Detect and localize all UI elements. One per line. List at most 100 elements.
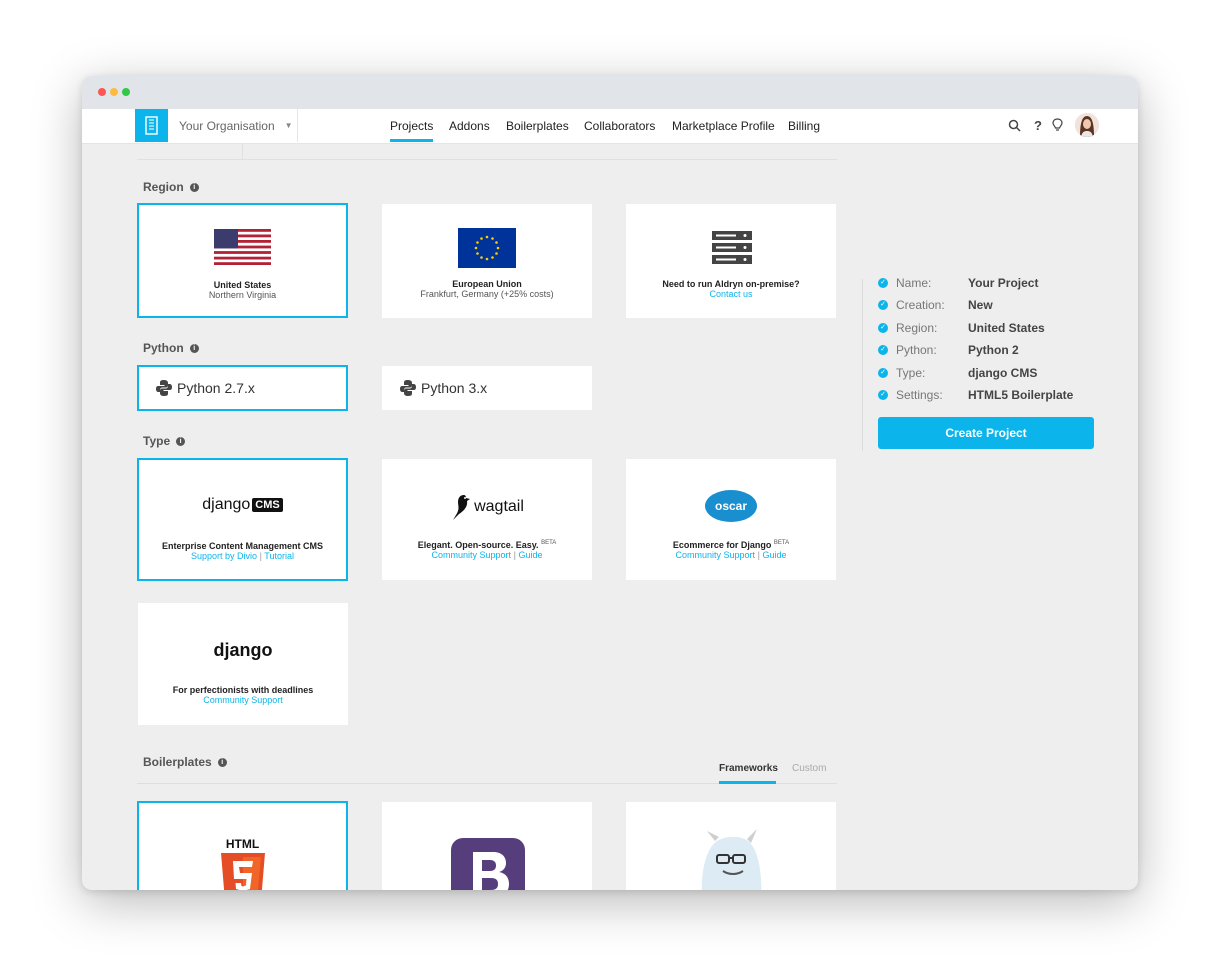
boilerplate-card-foundation[interactable] — [626, 802, 836, 890]
python-logo-icon — [400, 380, 416, 396]
python-option-label: Python 2.7.x — [177, 380, 255, 396]
summary-row-name: ✓ Name: Your Project — [878, 275, 1038, 291]
region-eu-text: European Union Frankfurt, Germany (+25% … — [383, 279, 591, 299]
community-support-link[interactable]: Community Support — [139, 695, 347, 705]
link-separator: | — [513, 550, 516, 560]
summary-label: Python: — [896, 343, 937, 357]
html5-logo-label: HTML — [225, 837, 260, 851]
type-heading: Type i — [143, 434, 186, 448]
region-title: Region — [143, 180, 184, 194]
summary-value: New — [968, 298, 993, 312]
close-window-button[interactable] — [98, 88, 106, 96]
django-cms-text: Enterprise Content Management CMS Suppor… — [139, 541, 346, 561]
card-title: Ecommerce for Django — [672, 540, 772, 550]
python-logo-icon — [156, 380, 172, 396]
summary-row-python: ✓ Python: Python 2 — [878, 342, 1019, 358]
browser-window: Your Organisation ▼ Projects Addons Boil… — [82, 76, 1138, 890]
info-icon[interactable]: i — [189, 343, 199, 353]
region-on-premise-text: Need to run Aldryn on-premise? Contact u… — [627, 279, 835, 299]
contact-us-link[interactable]: Contact us — [627, 289, 835, 299]
django-cms-logo-right: CMS — [252, 498, 283, 512]
django-logo: django — [213, 640, 273, 660]
server-rack-icon — [712, 231, 752, 264]
tab-frameworks[interactable]: Frameworks — [719, 763, 778, 774]
boilerplate-card-bootstrap[interactable] — [382, 802, 592, 890]
organisation-selector[interactable]: Your Organisation ▼ — [168, 109, 298, 142]
community-support-link[interactable]: Community Support — [676, 550, 756, 560]
card-title: Enterprise Content Management CMS — [161, 541, 324, 551]
nav-projects[interactable]: Projects — [390, 109, 434, 142]
django-cms-logo: django CMS — [139, 496, 346, 514]
oscar-logo: oscar — [705, 490, 757, 522]
type-card-oscar[interactable]: oscar Ecommerce for Django BETA Communit… — [626, 459, 836, 580]
check-icon: ✓ — [878, 345, 888, 355]
info-icon[interactable]: i — [176, 436, 186, 446]
main-content: Region i United States Northern Virginia — [82, 144, 1138, 890]
summary-value: django CMS — [968, 366, 1038, 380]
support-by-divio-link[interactable]: Support by Divio — [191, 551, 257, 561]
region-card-us[interactable]: United States Northern Virginia — [137, 203, 348, 318]
info-icon[interactable]: i — [189, 182, 199, 192]
building-icon — [145, 116, 158, 135]
link-separator: | — [757, 550, 760, 560]
app-logo[interactable] — [135, 109, 168, 142]
summary-label: Creation: — [896, 298, 945, 312]
python-option-2[interactable]: Python 2.7.x — [137, 365, 348, 411]
guide-link[interactable]: Guide — [518, 550, 542, 560]
help-icon[interactable]: ? — [1034, 118, 1042, 133]
tab-custom[interactable]: Custom — [792, 763, 826, 774]
minimize-window-button[interactable] — [110, 88, 118, 96]
nav-collaborators[interactable]: Collaborators — [584, 109, 655, 142]
region-heading: Region i — [143, 180, 199, 194]
community-support-link[interactable]: Community Support — [432, 550, 512, 560]
check-icon: ✓ — [878, 278, 888, 288]
oscar-text: Ecommerce for Django BETA Community Supp… — [627, 540, 835, 560]
wagtail-text: Elegant. Open-source. Easy. BETA Communi… — [383, 540, 591, 560]
create-project-button[interactable]: Create Project — [878, 417, 1094, 449]
lightbulb-icon[interactable] — [1052, 118, 1063, 133]
section-divider — [137, 159, 837, 160]
link-separator: | — [259, 551, 262, 561]
foundation-yeti-icon — [701, 829, 762, 890]
summary-row-creation: ✓ Creation: New — [878, 297, 993, 313]
search-icon[interactable] — [1008, 119, 1021, 132]
maximize-window-button[interactable] — [122, 88, 130, 96]
summary-label: Settings: — [896, 388, 943, 402]
region-card-on-premise[interactable]: Need to run Aldryn on-premise? Contact u… — [626, 204, 836, 318]
bootstrap-logo-icon — [451, 838, 525, 890]
info-icon[interactable]: i — [217, 757, 227, 767]
type-card-wagtail[interactable]: wagtail Elegant. Open-source. Easy. BETA… — [382, 459, 592, 580]
nav-billing[interactable]: Billing — [788, 109, 820, 142]
guide-link[interactable]: Guide — [762, 550, 786, 560]
python-heading: Python i — [143, 341, 199, 355]
type-card-django[interactable]: django For perfectionists with deadlines… — [138, 603, 348, 725]
nav-marketplace-profile[interactable]: Marketplace Profile — [672, 109, 775, 142]
type-card-django-cms[interactable]: django CMS Enterprise Content Management… — [137, 458, 348, 581]
beta-badge: BETA — [773, 540, 790, 546]
nav-boilerplates[interactable]: Boilerplates — [506, 109, 569, 142]
boilerplate-card-html5[interactable]: HTML — [137, 801, 348, 890]
summary-value: Python 2 — [968, 343, 1019, 357]
user-avatar[interactable] — [1075, 113, 1099, 137]
title-bar — [82, 76, 1138, 109]
nav-addons[interactable]: Addons — [449, 109, 490, 142]
django-text: For perfectionists with deadlines Commun… — [139, 685, 347, 705]
wagtail-logo-text: wagtail — [474, 498, 524, 515]
card-subtitle: Northern Virginia — [208, 290, 277, 300]
organisation-name: Your Organisation — [179, 118, 275, 133]
tutorial-link[interactable]: Tutorial — [264, 551, 294, 561]
summary-value: United States — [968, 321, 1045, 335]
html5-shield-icon — [221, 853, 265, 890]
summary-label: Region: — [896, 321, 938, 335]
summary-divider — [862, 279, 863, 451]
wagtail-logo: wagtail — [383, 493, 591, 521]
beta-badge: BETA — [541, 540, 557, 546]
type-title: Type — [143, 434, 171, 448]
python-option-3[interactable]: Python 3.x — [382, 366, 592, 410]
python-title: Python — [143, 341, 184, 355]
oscar-logo-text: oscar — [714, 499, 748, 513]
section-divider-vertical — [242, 144, 243, 159]
tab-frameworks-indicator — [719, 781, 776, 784]
top-navbar: Your Organisation ▼ Projects Addons Boil… — [82, 109, 1138, 144]
region-card-eu[interactable]: European Union Frankfurt, Germany (+25% … — [382, 204, 592, 318]
